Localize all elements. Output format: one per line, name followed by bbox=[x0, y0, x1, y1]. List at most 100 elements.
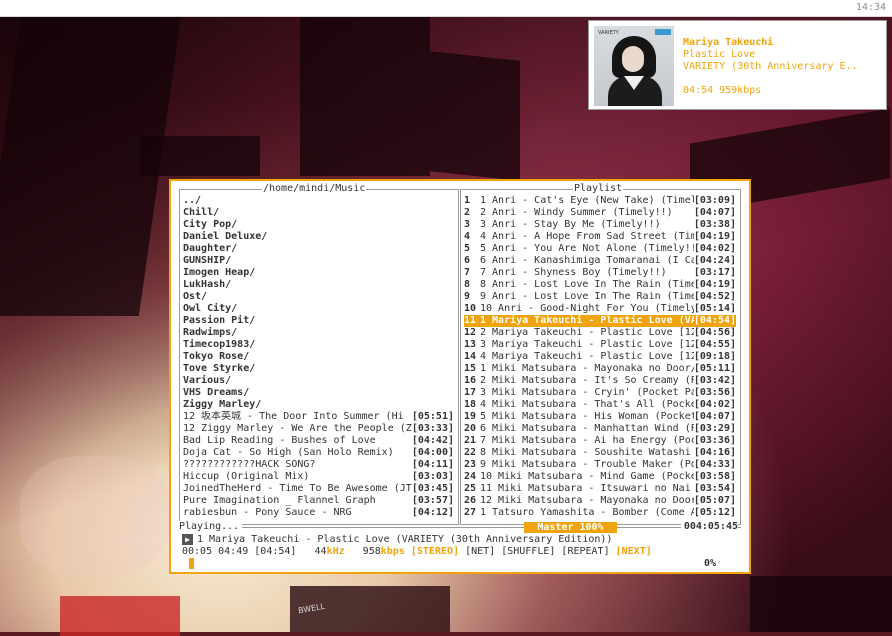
library-dir-item[interactable]: Imogen Heap/ bbox=[183, 267, 454, 279]
playlist-row[interactable]: 1 1 Anri - Cat's Eye (New Take) (Timel [03… bbox=[464, 195, 736, 207]
library-file-item[interactable]: 12 坂本英城 - The Door Into Summer (Hi [05:51… bbox=[183, 411, 454, 423]
playlist-row[interactable]: 5 5 Anri - You Are Not Alone (Timely!! [04… bbox=[464, 243, 736, 255]
stereo-flag: [STEREO] bbox=[410, 546, 460, 557]
play-icon[interactable]: ▶ bbox=[182, 534, 193, 545]
library-file-item[interactable]: Bad Lip Reading - Bushes of Love [04:42] bbox=[183, 435, 454, 447]
playlist-row[interactable]: 3 3 Anri - Stay By Me (Timely!!) [03:38] bbox=[464, 219, 736, 231]
track-number: 20 bbox=[464, 423, 477, 434]
library-dir-item[interactable]: GUNSHIP/ bbox=[183, 255, 454, 267]
track-title: 10 Miki Matsubara - Mind Game (Pocke bbox=[480, 471, 694, 482]
track-number: 18 bbox=[464, 399, 477, 410]
track-number: 5 bbox=[464, 243, 471, 254]
track-duration: [03:58] bbox=[693, 471, 736, 482]
library-dir-item[interactable]: Various/ bbox=[183, 375, 454, 387]
library-dir-item[interactable]: LukHash/ bbox=[183, 279, 454, 291]
playlist-row[interactable]: 25 11 Miki Matsubara - Itsuwari no Nai [03… bbox=[464, 483, 736, 495]
library-dir-item[interactable]: Tokyo Rose/ bbox=[183, 351, 454, 363]
playlist-row[interactable]: 9 9 Anri - Lost Love In The Rain (Time [04… bbox=[464, 291, 736, 303]
library-file-item[interactable]: ????????????HACK SONG? [04:11] bbox=[183, 459, 454, 471]
track-number: 15 bbox=[464, 363, 477, 374]
file-title: Doja Cat - So High (San Holo Remix) bbox=[183, 447, 394, 458]
library-file-item[interactable]: rabiesbun - Pony Sauce - NRG [04:12] bbox=[183, 507, 454, 519]
track-duration: [04:02] bbox=[693, 399, 736, 410]
file-title: rabiesbun - Pony Sauce - NRG bbox=[183, 507, 352, 518]
library-dir-item[interactable]: Tove Styrke/ bbox=[183, 363, 454, 375]
playlist-row[interactable]: 27 1 Tatsuro Yamashita - Bomber (Come A [0… bbox=[464, 507, 736, 519]
playlist-panel[interactable]: Playlist 1 1 Anri - Cat's Eye (New Take) … bbox=[460, 183, 741, 525]
file-title: Pure Imagination _ Flannel Graph bbox=[183, 495, 376, 506]
playlist-row[interactable]: 14 4 Mariya Takeuchi - Plastic Love [12 [0… bbox=[464, 351, 736, 363]
playlist-row[interactable]: 21 7 Miki Matsubara - Ai ha Energy (Poc [0… bbox=[464, 435, 736, 447]
library-dir-item[interactable]: Ost/ bbox=[183, 291, 454, 303]
playlist-row[interactable]: 8 8 Anri - Lost Love In The Rain (Time [04… bbox=[464, 279, 736, 291]
playlist-row[interactable]: 18 4 Miki Matsubara - That's All (Pocke [0… bbox=[464, 399, 736, 411]
net-flag[interactable]: [NET] bbox=[465, 546, 495, 557]
command-cursor[interactable] bbox=[189, 558, 194, 569]
library-panel[interactable]: /home/mindi/Music ../Chill/City Pop/Dani… bbox=[179, 183, 459, 525]
track-number: 25 bbox=[464, 483, 477, 494]
track-title: 5 Miki Matsubara - His Woman (Pocket bbox=[480, 411, 694, 422]
track-title: 4 Anri - A Hope From Sad Street (Tim bbox=[480, 231, 694, 242]
library-dir-item[interactable]: VHS Dreams/ bbox=[183, 387, 454, 399]
notification-title: Plastic Love bbox=[683, 49, 756, 60]
library-file-item[interactable]: Pure Imagination _ Flannel Graph [03:57] bbox=[183, 495, 454, 507]
playlist-row[interactable]: 24 10 Miki Matsubara - Mind Game (Pocke [0… bbox=[464, 471, 736, 483]
playlist-row[interactable]: 2 2 Anri - Windy Summer (Timely!!) [04:07] bbox=[464, 207, 736, 219]
track-title: 1 Anri - Cat's Eye (New Take) (Timel bbox=[480, 195, 694, 206]
library-file-item[interactable]: JoinedTheHerd - Time To Be Awesome (JT [0… bbox=[183, 483, 454, 495]
library-file-item[interactable]: Doja Cat - So High (San Holo Remix) [04:0… bbox=[183, 447, 454, 459]
track-number: 23 bbox=[464, 459, 477, 470]
library-dir-item[interactable]: Chill/ bbox=[183, 207, 454, 219]
playlist-row[interactable]: 4 4 Anri - A Hope From Sad Street (Tim [04… bbox=[464, 231, 736, 243]
track-duration: [04:55] bbox=[693, 339, 736, 350]
library-dir-item[interactable]: Daughter/ bbox=[183, 243, 454, 255]
playlist-row[interactable]: 6 6 Anri - Kanashimiga Tomaranai (I Ca [04… bbox=[464, 255, 736, 267]
file-duration: [03:03] bbox=[411, 471, 454, 483]
next-flag[interactable]: [NEXT] bbox=[616, 546, 652, 557]
library-dir-item[interactable]: Daniel Deluxe/ bbox=[183, 231, 454, 243]
track-duration: [03:54] bbox=[693, 483, 736, 494]
track-number: 4 bbox=[464, 231, 471, 242]
playlist-row[interactable]: 19 5 Miki Matsubara - His Woman (Pocket [0… bbox=[464, 411, 736, 423]
library-dir-item[interactable]: Owl City/ bbox=[183, 303, 454, 315]
repeat-flag[interactable]: [REPEAT] bbox=[561, 546, 609, 557]
playlist-row[interactable]: 10 10 Anri - Good-Night For You (Timely [0… bbox=[464, 303, 736, 315]
track-title: 5 Anri - You Are Not Alone (Timely!! bbox=[480, 243, 694, 254]
playlist-row[interactable]: 22 8 Miki Matsubara - Soushite Watashi ([… bbox=[464, 447, 736, 459]
file-duration: [05:51] bbox=[411, 411, 454, 423]
playlist-row[interactable]: 20 6 Miki Matsubara - Manhattan Wind (P [0… bbox=[464, 423, 736, 435]
playlist-row[interactable]: 13 3 Mariya Takeuchi - Plastic Love [12 [0… bbox=[464, 339, 736, 351]
volume-indicator[interactable]: Master 100% bbox=[524, 522, 617, 533]
library-file-item[interactable]: 12 Ziggy Marley - We Are the People (Z [0… bbox=[183, 423, 454, 435]
now-playing-notification[interactable]: VARIETY Mariya Takeuchi Plastic Love VAR… bbox=[588, 20, 887, 110]
library-path: /home/mindi/Music bbox=[262, 183, 367, 195]
track-title: 12 Miki Matsubara - Mayonaka no Door bbox=[480, 495, 694, 506]
shuffle-flag[interactable]: [SHUFFLE] bbox=[501, 546, 555, 557]
playlist-row[interactable]: 7 7 Anri - Shyness Boy (Timely!!) [03:17] bbox=[464, 267, 736, 279]
track-title: 6 Anri - Kanashimiga Tomaranai (I Ca bbox=[480, 255, 694, 266]
track-title: 7 Anri - Shyness Boy (Timely!!) bbox=[480, 267, 667, 278]
library-dir-item[interactable]: Radwimps/ bbox=[183, 327, 454, 339]
library-file-item[interactable]: Hiccup (Original Mix) [03:03] bbox=[183, 471, 454, 483]
track-number: 3 bbox=[464, 219, 471, 230]
track-duration: [04:07] bbox=[693, 207, 736, 218]
track-duration: [04:54] bbox=[693, 315, 736, 327]
file-duration: [04:00] bbox=[411, 447, 454, 459]
file-title: JoinedTheHerd - Time To Be Awesome (JT bbox=[183, 483, 412, 494]
playlist-row[interactable]: 26 12 Miki Matsubara - Mayonaka no Door [0… bbox=[464, 495, 736, 507]
playlist-row[interactable]: 17 3 Miki Matsubara - Cryin' (Pocket Pa [0… bbox=[464, 387, 736, 399]
playlist-row[interactable]: 15 1 Miki Matsubara - Mayonaka no Door/[0… bbox=[464, 363, 736, 375]
library-dir-item[interactable]: City Pop/ bbox=[183, 219, 454, 231]
track-duration: [03:38] bbox=[693, 219, 736, 230]
playlist-row[interactable]: 16 2 Miki Matsubara - It's So Creamy (P [0… bbox=[464, 375, 736, 387]
library-dir-item[interactable]: Passion Pit/ bbox=[183, 315, 454, 327]
playlist-row[interactable]: 23 9 Miki Matsubara - Trouble Maker (Po [0… bbox=[464, 459, 736, 471]
track-title: 2 Anri - Windy Summer (Timely!!) bbox=[480, 207, 673, 218]
library-dir-item[interactable]: Ziggy Marley/ bbox=[183, 399, 454, 411]
library-dir-item[interactable]: Timecop1983/ bbox=[183, 339, 454, 351]
library-dir-item[interactable]: ../ bbox=[183, 195, 454, 207]
playing-label: Playing... bbox=[179, 521, 243, 533]
playlist-row[interactable]: 12 2 Mariya Takeuchi - Plastic Love [12 [0… bbox=[464, 327, 736, 339]
cmus-window[interactable]: /home/mindi/Music ../Chill/City Pop/Dani… bbox=[169, 179, 751, 574]
playlist-row-playing[interactable]: 11 1 Mariya Takeuchi - Plastic Love (VA [0… bbox=[464, 315, 736, 327]
